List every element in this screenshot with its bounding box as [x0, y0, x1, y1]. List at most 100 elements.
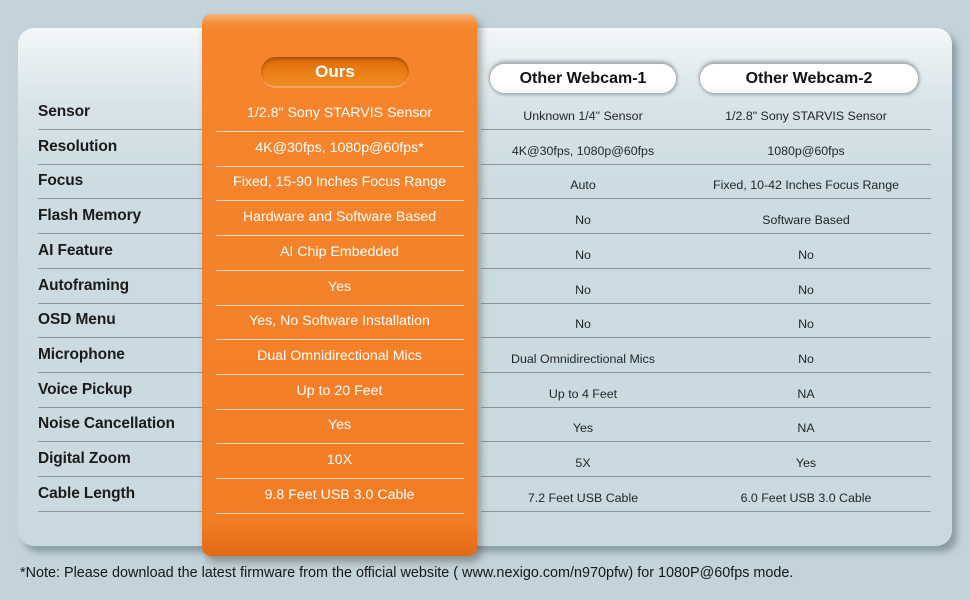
- row-divider-ours: [216, 373, 464, 375]
- cell-ours: 10X: [326, 452, 353, 468]
- cell-ours: Yes: [327, 417, 352, 434]
- row-divider: [38, 267, 218, 269]
- cell-other-webcam-1: No: [575, 317, 591, 332]
- cell-ours: 4K@30fps, 1080p@60fps*: [255, 139, 424, 156]
- row-divider: [705, 441, 931, 443]
- row-divider: [481, 406, 705, 408]
- row-divider: [38, 476, 218, 477]
- row-divider: [705, 476, 931, 477]
- row-divider: [481, 233, 705, 235]
- row-divider-ours: [216, 443, 464, 445]
- row-label: Focus: [38, 172, 84, 190]
- row-divider: [705, 233, 931, 235]
- row-divider: [705, 510, 931, 512]
- row-divider: [481, 163, 705, 165]
- row-divider: [705, 371, 931, 373]
- row-divider: [481, 198, 705, 200]
- cell-other-webcam-2: NA: [797, 386, 815, 401]
- cell-other-webcam-1: 4K@30fps, 1080p@60fps: [511, 143, 655, 158]
- cell-other-webcam-1: 7.2 Feet USB Cable: [527, 490, 639, 505]
- row-divider-ours: [216, 478, 464, 479]
- cell-other-webcam-2: Fixed, 10-42 Inches Focus Range: [713, 178, 899, 193]
- row-divider: [481, 476, 705, 477]
- cell-ours: 9.8 Feet USB 3.0 Cable: [264, 486, 415, 503]
- cell-other-webcam-2: 6.0 Feet USB 3.0 Cable: [740, 490, 872, 505]
- row-divider: [705, 163, 931, 165]
- row-divider: [705, 267, 931, 269]
- cell-ours: Yes: [327, 278, 352, 295]
- row-label: Resolution: [38, 137, 118, 155]
- ours-highlight-column: Ours 1/2.8" Sony STARVIS Sensor 4K@30fps,…: [202, 14, 477, 556]
- cell-other-webcam-1: No: [575, 282, 591, 297]
- ours-badge: Ours: [261, 57, 409, 87]
- row-label: OSD Menu: [38, 311, 116, 329]
- row-label: Voice Pickup: [38, 380, 133, 398]
- cell-other-webcam-2: NA: [797, 421, 815, 436]
- row-divider: [481, 510, 705, 512]
- row-divider: [38, 406, 218, 408]
- row-divider: [481, 337, 705, 339]
- row-divider-ours: [216, 131, 464, 132]
- row-divider-ours: [216, 512, 464, 514]
- cell-other-webcam-2: No: [798, 351, 814, 366]
- cell-other-webcam-2: Software Based: [762, 213, 850, 228]
- cell-other-webcam-2: Yes: [795, 456, 817, 470]
- cell-ours: Dual Omnidirectional Mics: [257, 347, 422, 364]
- row-divider: [38, 163, 218, 165]
- row-divider: [38, 441, 218, 443]
- row-divider: [38, 129, 218, 130]
- cell-other-webcam-2: 1/2.8" Sony STARVIS Sensor: [725, 109, 887, 123]
- row-divider: [38, 233, 218, 235]
- cell-other-webcam-1: Yes: [572, 421, 594, 436]
- header-pill-other-webcam-1: Other Webcam-1: [489, 61, 677, 93]
- cell-other-webcam-1: 5X: [575, 456, 591, 470]
- row-label: Digital Zoom: [38, 450, 131, 467]
- row-divider: [705, 302, 931, 304]
- cell-other-webcam-2: 1080p@60fps: [767, 143, 845, 158]
- row-label: Autoframing: [38, 276, 130, 294]
- cell-other-webcam-1: Unknown 1/4" Sensor: [523, 109, 643, 123]
- row-divider: [38, 198, 218, 200]
- row-divider: [38, 510, 218, 512]
- cell-ours: AI Chip Embedded: [279, 243, 400, 260]
- row-divider: [38, 371, 218, 373]
- row-label: Cable Length: [38, 484, 135, 502]
- row-divider: [481, 371, 705, 373]
- row-label: AI Feature: [38, 241, 113, 259]
- cell-other-webcam-2: No: [798, 282, 814, 297]
- row-divider-ours: [216, 235, 464, 237]
- row-divider-ours: [216, 304, 464, 306]
- cell-other-webcam-1: No: [575, 247, 591, 262]
- cell-other-webcam-2: No: [798, 317, 814, 332]
- row-divider: [705, 129, 931, 130]
- cell-other-webcam-2: No: [798, 247, 814, 262]
- cell-ours: Yes, No Software Installation: [249, 313, 430, 330]
- cell-other-webcam-1: Auto: [570, 178, 596, 193]
- row-divider: [481, 129, 705, 130]
- row-divider: [705, 198, 931, 200]
- row-divider: [38, 302, 218, 304]
- row-divider-ours: [216, 408, 464, 410]
- row-divider-ours: [216, 269, 464, 271]
- cell-ours: Hardware and Software Based: [242, 209, 437, 226]
- row-label: Sensor: [38, 103, 90, 120]
- row-divider: [705, 406, 931, 408]
- cell-other-webcam-1: Up to 4 Feet: [548, 386, 618, 401]
- row-divider: [705, 337, 931, 339]
- row-label: Microphone: [38, 345, 125, 363]
- row-divider: [38, 337, 218, 339]
- row-divider: [481, 441, 705, 443]
- row-divider: [481, 267, 705, 269]
- cell-other-webcam-1: Dual Omnidirectional Mics: [511, 351, 655, 366]
- row-divider-ours: [216, 200, 464, 202]
- cell-ours: 1/2.8" Sony STARVIS Sensor: [246, 105, 433, 121]
- row-divider-ours: [216, 339, 464, 341]
- footer-note: *Note: Please download the latest firmwa…: [20, 565, 794, 581]
- cell-other-webcam-1: No: [575, 213, 591, 228]
- cell-ours: Up to 20 Feet: [296, 382, 383, 399]
- row-label: Noise Cancellation: [38, 415, 175, 433]
- cell-ours: Fixed, 15-90 Inches Focus Range: [233, 174, 446, 191]
- row-divider-ours: [216, 165, 464, 167]
- row-divider: [481, 302, 705, 304]
- header-pill-other-webcam-2: Other Webcam-2: [699, 61, 919, 93]
